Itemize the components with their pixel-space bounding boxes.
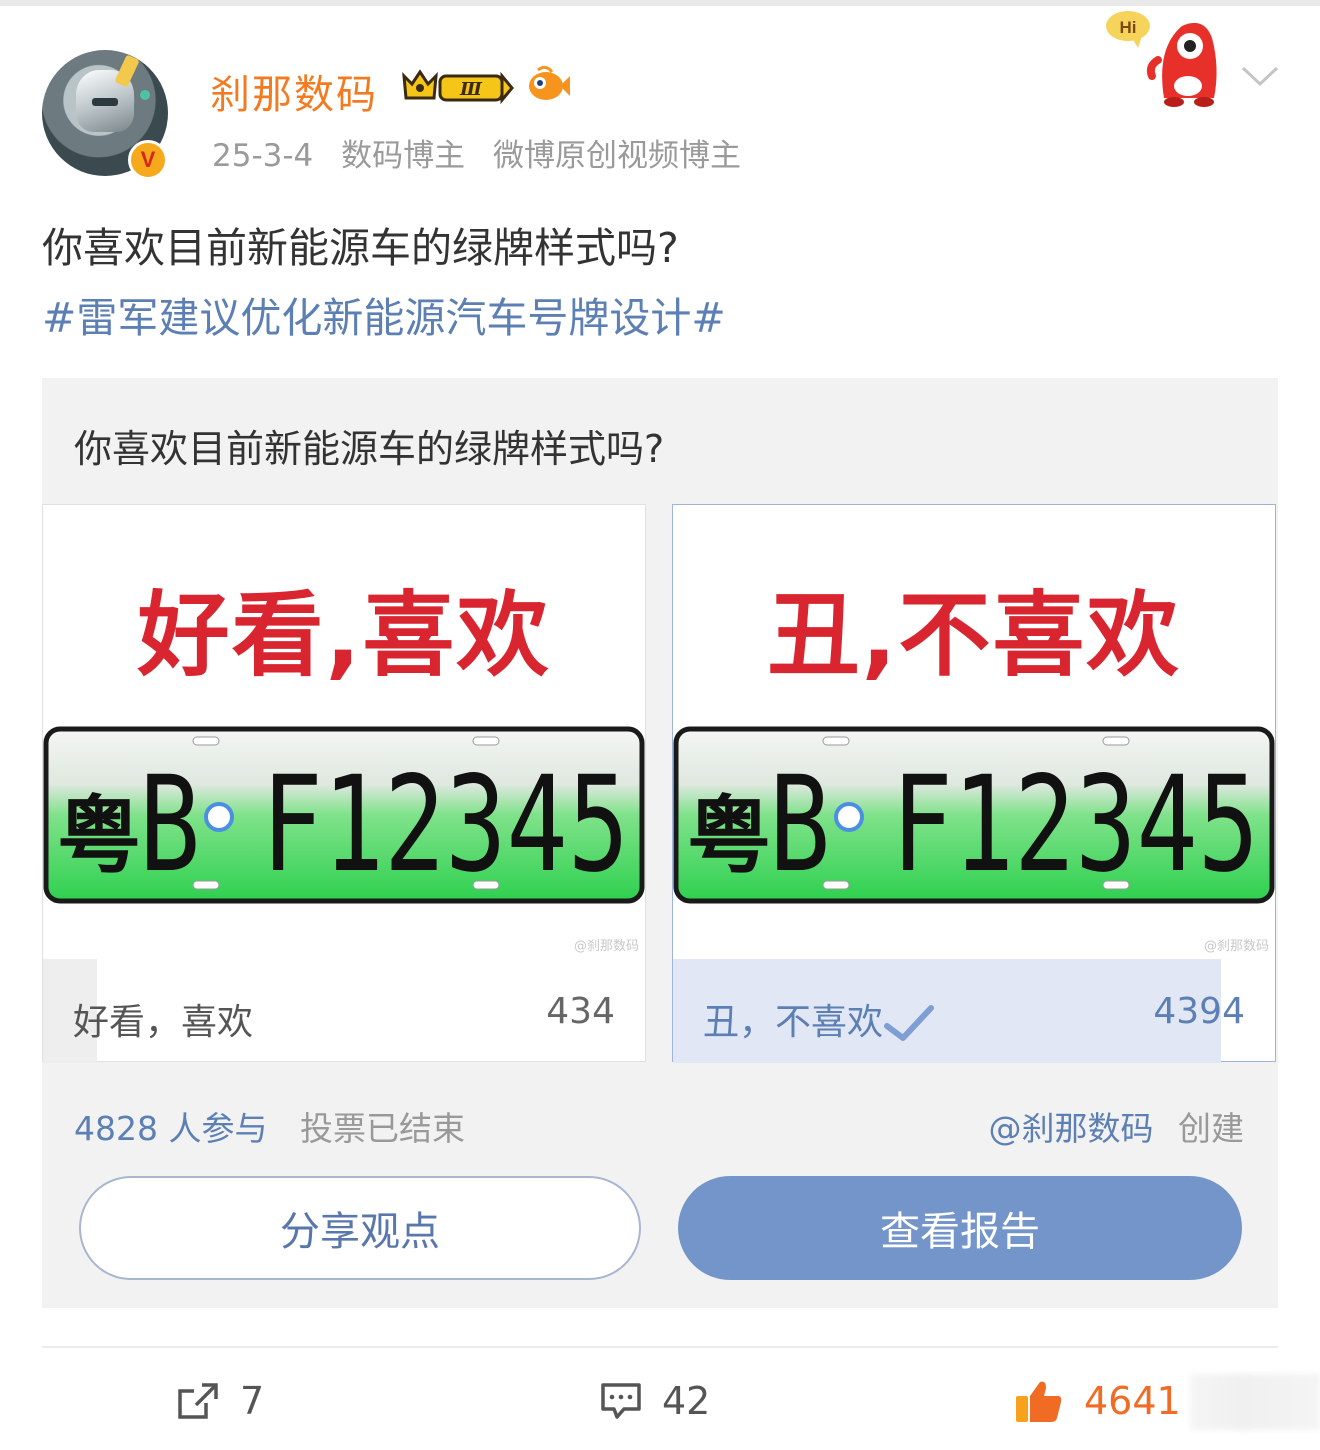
svg-text:粤: 粤 xyxy=(57,787,141,885)
poll-option-image: 丑,不喜欢 粤 B F12345 @刹那数码 xyxy=(673,505,1275,959)
repost-button[interactable]: 7 xyxy=(176,1376,264,1426)
poll-option-image: 好看,喜欢 粤 B F12345 @刹那数码 xyxy=(43,505,645,959)
option-image-caption: 丑,不喜欢 xyxy=(767,582,1181,689)
option-count: 434 xyxy=(546,991,615,1032)
participant-count: 4828 人参与 xyxy=(74,1109,268,1148)
svg-text:B F12345: B F12345 xyxy=(139,748,629,902)
comment-count: 42 xyxy=(662,1379,711,1423)
license-plate-image: 粤 B F12345 xyxy=(673,726,1275,904)
svg-text:粤: 粤 xyxy=(687,787,771,885)
poll-creator: @刹那数码 创建 xyxy=(989,1102,1245,1150)
watermark: @刹那数码 xyxy=(1203,939,1269,954)
poll-option-result: 好看，喜欢 434 xyxy=(43,959,645,1063)
poll-option[interactable]: 好看,喜欢 粤 B F12345 @刹那数码 好看，喜欢 434 xyxy=(42,504,646,1063)
topic-link[interactable]: #雷军建议优化新能源汽车号牌设计# xyxy=(42,284,726,344)
share-opinion-button[interactable]: 分享观点 xyxy=(79,1176,641,1280)
like-count: 4641 xyxy=(1084,1379,1181,1423)
verified-icon: V xyxy=(128,140,168,180)
blurred-region xyxy=(1190,1374,1320,1430)
svg-text:Ⅲ: Ⅲ xyxy=(459,79,483,100)
option-label: 好看，喜欢 xyxy=(73,1002,254,1043)
poll-stats: 4828 人参与 投票已结束 xyxy=(74,1102,465,1150)
fish-badge-icon xyxy=(529,65,570,100)
option-image-caption: 好看,喜欢 xyxy=(137,582,551,689)
action-divider xyxy=(42,1346,1278,1348)
username[interactable]: 刹那数码 xyxy=(210,62,378,120)
like-button[interactable]: 4641 xyxy=(1014,1376,1181,1426)
chevron-down-icon[interactable] xyxy=(1240,62,1280,90)
repost-count: 7 xyxy=(240,1379,265,1423)
user-tag: 微博原创视频博主 xyxy=(492,138,741,174)
creator-link[interactable]: @刹那数码 xyxy=(989,1109,1154,1148)
repost-icon xyxy=(178,1383,218,1419)
comment-icon xyxy=(601,1383,641,1419)
check-icon xyxy=(884,1005,935,1041)
mascot-icon[interactable]: Hi xyxy=(1104,8,1224,108)
poll-question: 你喜欢目前新能源车的绿牌样式吗? xyxy=(74,427,665,471)
option-label: 丑，不喜欢 xyxy=(703,993,935,1045)
like-icon xyxy=(1016,1381,1062,1422)
svg-text:B F12345: B F12345 xyxy=(769,748,1259,902)
option-count: 4394 xyxy=(1153,991,1245,1032)
top-divider xyxy=(0,0,1320,6)
poll-card: 你喜欢目前新能源车的绿牌样式吗? 好看,喜欢 粤 B F12345 @刹那数码 … xyxy=(42,378,1278,1308)
comment-button[interactable]: 42 xyxy=(600,1376,710,1426)
watermark: @刹那数码 xyxy=(573,939,639,954)
svg-text:Hi: Hi xyxy=(1120,18,1137,37)
poll-option-result: 丑，不喜欢 4394 xyxy=(673,959,1275,1063)
view-report-button[interactable]: 查看报告 xyxy=(678,1176,1242,1280)
license-plate-image: 粤 B F12345 xyxy=(43,726,645,904)
post-meta: 25-3-4 数码博主 微博原创视频博主 xyxy=(212,130,759,175)
post-text: 你喜欢目前新能源车的绿牌样式吗? xyxy=(42,224,679,272)
post-date: 25-3-4 xyxy=(212,138,314,174)
poll-status: 投票已结束 xyxy=(299,1109,465,1148)
user-tag: 数码博主 xyxy=(341,138,466,174)
poll-option-selected[interactable]: 丑,不喜欢 粤 B F12345 @刹那数码 丑，不喜欢 4394 xyxy=(672,504,1276,1063)
crown-level-icon[interactable]: Ⅲ xyxy=(400,66,516,106)
creator-suffix: 创建 xyxy=(1178,1109,1244,1148)
